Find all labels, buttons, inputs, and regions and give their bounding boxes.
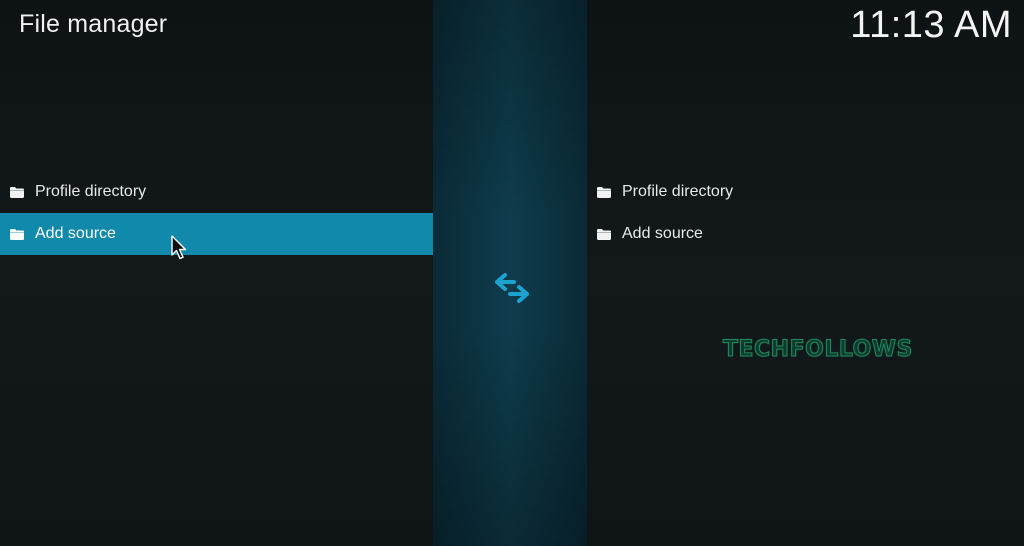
swap-arrows-icon[interactable] <box>494 272 530 304</box>
left-file-list: Profile directory Add source <box>0 171 433 255</box>
left-list-item-profile-directory[interactable]: Profile directory <box>0 171 433 213</box>
right-pane <box>587 0 1024 546</box>
folder-icon <box>10 186 24 198</box>
clock: 11:13 AM <box>850 4 1012 46</box>
list-item-label: Add source <box>35 225 116 242</box>
folder-icon <box>10 228 24 240</box>
right-file-list: Profile directory Add source <box>587 171 1024 255</box>
mouse-pointer-icon <box>171 235 189 261</box>
left-pane <box>0 0 433 546</box>
page-title: File manager <box>19 10 168 38</box>
folder-icon <box>597 186 611 198</box>
folder-icon <box>597 228 611 240</box>
watermark-logo: TECHFOLLOWS <box>723 337 913 363</box>
right-list-item-add-source[interactable]: Add source <box>587 213 1024 255</box>
left-list-item-add-source[interactable]: Add source <box>0 213 433 255</box>
list-item-label: Add source <box>622 225 703 242</box>
list-item-label: Profile directory <box>622 183 734 200</box>
right-list-item-profile-directory[interactable]: Profile directory <box>587 171 1024 213</box>
list-item-label: Profile directory <box>35 183 147 200</box>
